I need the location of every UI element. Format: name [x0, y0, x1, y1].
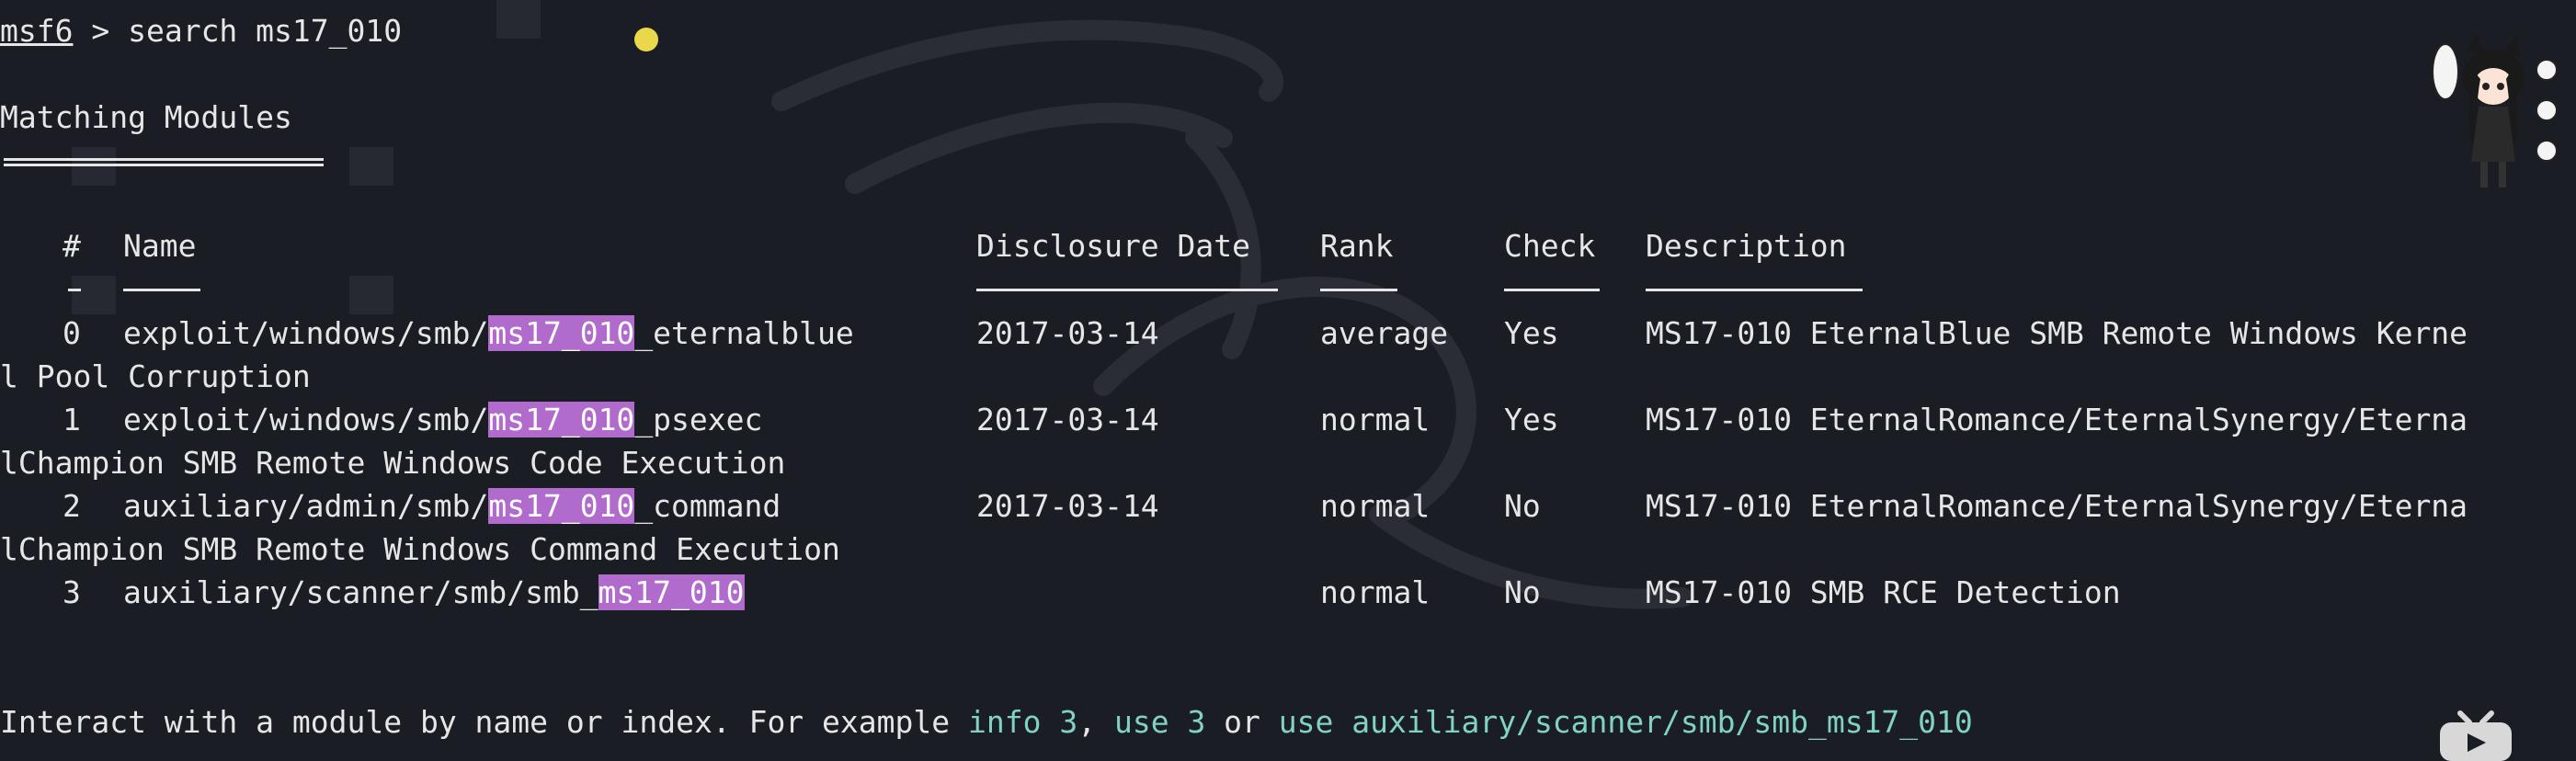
- prompt-symbol: >: [73, 13, 129, 49]
- row-module-name: exploit/windows/smb/ms17_010_eternalblue: [123, 315, 854, 352]
- hint-separator: or: [1205, 704, 1279, 740]
- hint-text: Interact with a module by name or index.…: [0, 704, 968, 740]
- row-rank: normal: [1320, 402, 1430, 437]
- bilibili-tv-icon: [2440, 710, 2512, 761]
- module-suffix: _psexec: [634, 402, 763, 437]
- row-description: MS17-010 EternalRomance/EternalSynergy/E…: [1646, 488, 2468, 524]
- row-index: 0: [63, 315, 81, 351]
- module-path: exploit/windows/smb/: [123, 315, 489, 351]
- kali-dragon-background: [72, 0, 1693, 609]
- row-check: Yes: [1504, 402, 1559, 437]
- hint-separator: ,: [1077, 704, 1114, 740]
- example-info-command: info 3: [968, 704, 1078, 740]
- row-date: 2017-03-14: [976, 315, 1159, 351]
- header-description: Description: [1646, 228, 1847, 264]
- module-suffix: _command: [634, 488, 781, 524]
- row-rank: average: [1320, 315, 1449, 351]
- row-check: No: [1504, 574, 1541, 610]
- row-check: No: [1504, 488, 1541, 524]
- row-description: MS17-010 EternalBlue SMB Remote Windows …: [1646, 315, 2468, 351]
- header-rank: Rank: [1320, 228, 1394, 264]
- header-rank-underline: [1320, 289, 1397, 291]
- row-index: 3: [63, 574, 81, 610]
- header-name-underline: [123, 289, 200, 291]
- module-path: auxiliary/scanner/smb/smb_: [123, 574, 598, 610]
- header-date-underline: [976, 289, 1278, 291]
- row-date: 2017-03-14: [976, 402, 1159, 437]
- header-date: Disclosure Date: [976, 228, 1251, 264]
- header-check: Check: [1504, 228, 1596, 264]
- row-module-name: auxiliary/scanner/smb/smb_ms17_010: [123, 574, 745, 611]
- row-rank: normal: [1320, 488, 1430, 524]
- row-description-wrap: l Pool Corruption: [0, 358, 311, 394]
- header-index-underline: [68, 289, 81, 291]
- header-check-underline: [1504, 289, 1600, 291]
- row-rank: normal: [1320, 574, 1430, 610]
- row-index: 2: [63, 488, 81, 524]
- header-index: #: [63, 228, 81, 264]
- module-path: exploit/windows/smb/: [123, 402, 489, 437]
- section-title-underline: [4, 158, 324, 166]
- row-module-name: auxiliary/admin/smb/ms17_010_command: [123, 488, 781, 525]
- section-title: Matching Modules: [0, 99, 292, 135]
- row-check: Yes: [1504, 315, 1559, 351]
- module-path: auxiliary/admin/smb/: [123, 488, 489, 524]
- row-index: 1: [63, 402, 81, 437]
- header-name: Name: [123, 228, 197, 264]
- example-use-path-command: use auxiliary/scanner/smb/smb_ms17_010: [1278, 704, 1973, 740]
- row-description-wrap: lChampion SMB Remote Windows Code Execut…: [0, 445, 786, 481]
- yellow-cursor-dot-icon: [634, 28, 658, 51]
- search-match-highlight: ms17_010: [488, 488, 635, 524]
- prompt-name: msf6: [0, 13, 74, 49]
- search-match-highlight: ms17_010: [488, 315, 635, 351]
- row-description: MS17-010 EternalRomance/EternalSynergy/E…: [1646, 402, 2468, 437]
- prompt-line: msf6 > search ms17_010: [0, 13, 402, 50]
- row-module-name: exploit/windows/smb/ms17_010_psexec: [123, 402, 762, 438]
- header-description-underline: [1646, 289, 1863, 291]
- search-match-highlight: ms17_010: [598, 574, 745, 610]
- search-match-highlight: ms17_010: [488, 402, 635, 437]
- command-text: search ms17_010: [128, 13, 403, 49]
- row-date: 2017-03-14: [976, 488, 1159, 524]
- row-description-wrap: lChampion SMB Remote Windows Command Exe…: [0, 531, 840, 567]
- row-description: MS17-010 SMB RCE Detection: [1646, 574, 2121, 610]
- interact-hint: Interact with a module by name or index.…: [0, 704, 1973, 741]
- example-use-index-command: use 3: [1113, 704, 1206, 740]
- anime-mascot-icon: [2432, 33, 2558, 187]
- module-suffix: _eternalblue: [634, 315, 854, 351]
